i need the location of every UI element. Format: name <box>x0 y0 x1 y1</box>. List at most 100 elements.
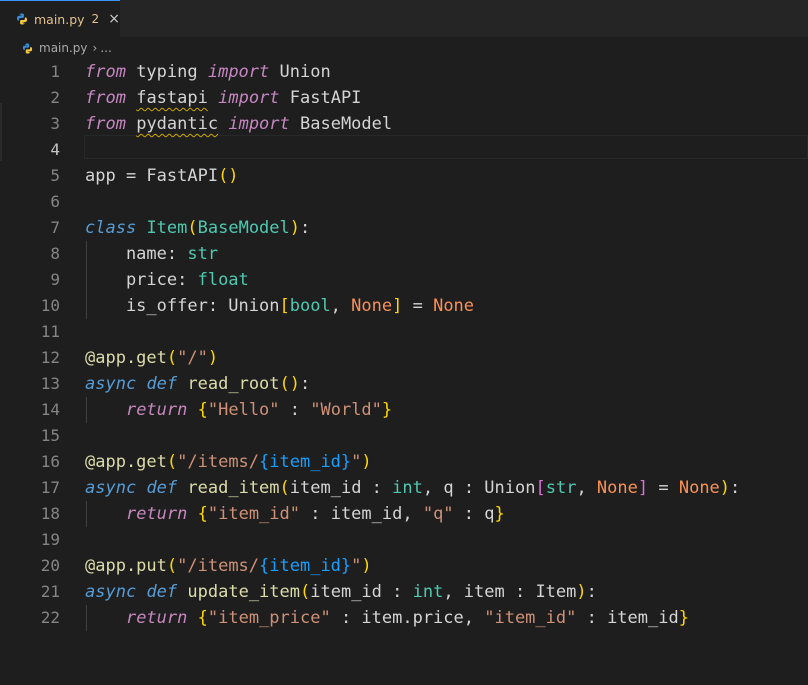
code-token: pydantic <box>136 114 219 134</box>
code-token: : <box>300 374 311 394</box>
code-text: name: str <box>85 241 218 267</box>
code-token: ( <box>187 218 198 238</box>
code-line[interactable]: 19 <box>0 527 808 553</box>
code-line[interactable]: 20 @app.put("/items/{item_id}") <box>0 553 808 579</box>
code-line[interactable]: 16 @app.get("/items/{item_id}") <box>0 449 808 475</box>
code-line[interactable]: 17 async def read_item(item_id : int, q :… <box>0 475 808 501</box>
code-editor[interactable]: 1 from typing import Union 2 from fastapi i… <box>0 59 808 685</box>
code-line[interactable]: 8 name: str <box>0 241 808 267</box>
code-token: } <box>678 608 689 628</box>
code-text: @app.get("/") <box>85 345 218 371</box>
code-text: @app.put("/items/{item_id}") <box>85 553 372 579</box>
code-token: : <box>300 218 311 238</box>
code-line[interactable]: 12 @app.get("/") <box>0 345 808 371</box>
code-token: None <box>351 296 393 316</box>
line-number: 19 <box>40 530 60 549</box>
code-token: "item_id" <box>484 608 577 628</box>
line-number: 3 <box>50 114 60 133</box>
code-token: price: <box>85 270 198 290</box>
code-token: "item_id" <box>207 504 300 524</box>
code-line[interactable]: 14 return {"Hello" : "World"} <box>0 397 808 423</box>
code-line[interactable]: 18 return {"item_id" : item_id, "q" : q} <box>0 501 808 527</box>
code-text: from fastapi import FastAPI <box>85 85 361 111</box>
code-token: from <box>85 62 126 82</box>
code-token: " <box>351 452 362 472</box>
code-token: ) <box>719 478 731 498</box>
code-line[interactable]: 13 async def read_root(): <box>0 371 808 397</box>
code-token: ( <box>166 452 178 472</box>
line-number: 22 <box>40 608 60 627</box>
line-number: 12 <box>40 348 60 367</box>
code-token: import <box>207 62 270 82</box>
breadcrumb-symbols[interactable]: ... <box>100 41 111 55</box>
code-text: from typing import Union <box>85 59 331 85</box>
code-line[interactable]: 6 <box>0 189 808 215</box>
code-token: ) <box>207 348 219 368</box>
code-token: "/" <box>177 348 208 368</box>
code-text: return {"item_id" : item_id, "q" : q} <box>85 501 505 527</box>
code-token: import <box>228 114 290 134</box>
code-token: async <box>85 478 137 498</box>
code-token: import <box>218 88 280 108</box>
code-token: ) <box>361 556 372 576</box>
code-token: def <box>146 582 178 602</box>
code-token: return <box>125 608 188 628</box>
code-text: is_offer: Union[bool, None] = None <box>85 293 474 319</box>
code-token: = <box>648 478 679 498</box>
code-token: BaseModel <box>289 114 393 134</box>
code-token: Union <box>269 62 331 82</box>
code-token: None <box>433 296 475 316</box>
code-token: @app.get <box>85 452 167 472</box>
code-token: , <box>576 478 597 498</box>
code-token: str <box>187 244 219 264</box>
code-text: async def read_root(): <box>85 371 310 397</box>
line-number: 18 <box>40 504 60 523</box>
code-token: str <box>545 478 577 498</box>
code-token: ( <box>279 478 290 498</box>
tab-bar: main.py 2 × <box>0 0 808 37</box>
code-token: : item_id <box>576 608 679 628</box>
code-line[interactable]: 15 <box>0 423 808 449</box>
tab-main-py[interactable]: main.py 2 × <box>0 0 120 37</box>
code-line[interactable]: 4 <box>0 137 808 163</box>
code-line[interactable]: 22 return {"item_price" : item.price, "i… <box>0 605 808 631</box>
code-line[interactable]: 10 is_offer: Union[bool, None] = None <box>0 293 808 319</box>
code-token: [ <box>535 478 546 498</box>
code-token: "World" <box>310 400 382 420</box>
breadcrumb-file[interactable]: main.py <box>39 41 88 55</box>
code-token: None <box>596 478 638 498</box>
code-line[interactable]: 9 price: float <box>0 267 808 293</box>
line-number: 4 <box>50 140 60 159</box>
code-token: : item_id, <box>300 504 423 524</box>
code-token: , <box>330 296 352 316</box>
line-number: 11 <box>40 322 60 341</box>
code-token: def <box>146 478 178 498</box>
code-text: async def update_item(item_id : int, ite… <box>85 579 597 605</box>
code-line[interactable]: 21 async def update_item(item_id : int, i… <box>0 579 808 605</box>
close-icon[interactable]: × <box>108 12 120 26</box>
code-token: { <box>197 608 208 628</box>
code-token: : <box>279 400 311 420</box>
code-line[interactable]: 2 from fastapi import FastAPI <box>0 85 808 111</box>
code-token: : q <box>453 504 495 524</box>
code-token: " <box>351 556 362 576</box>
code-line[interactable]: 1 from typing import Union <box>0 59 808 85</box>
code-token: "/items/ <box>177 452 260 472</box>
code-line[interactable]: 11 <box>0 319 808 345</box>
code-line[interactable]: 5 app = FastAPI() <box>0 163 808 189</box>
code-token: } <box>494 504 505 524</box>
code-token: int <box>392 478 423 498</box>
code-line[interactable]: 7 class Item(BaseModel): <box>0 215 808 241</box>
code-line[interactable]: 3 from pydantic import BaseModel <box>0 111 808 137</box>
code-text: price: float <box>85 267 249 293</box>
line-number: 13 <box>40 374 60 393</box>
breadcrumb-separator: › <box>92 41 98 55</box>
